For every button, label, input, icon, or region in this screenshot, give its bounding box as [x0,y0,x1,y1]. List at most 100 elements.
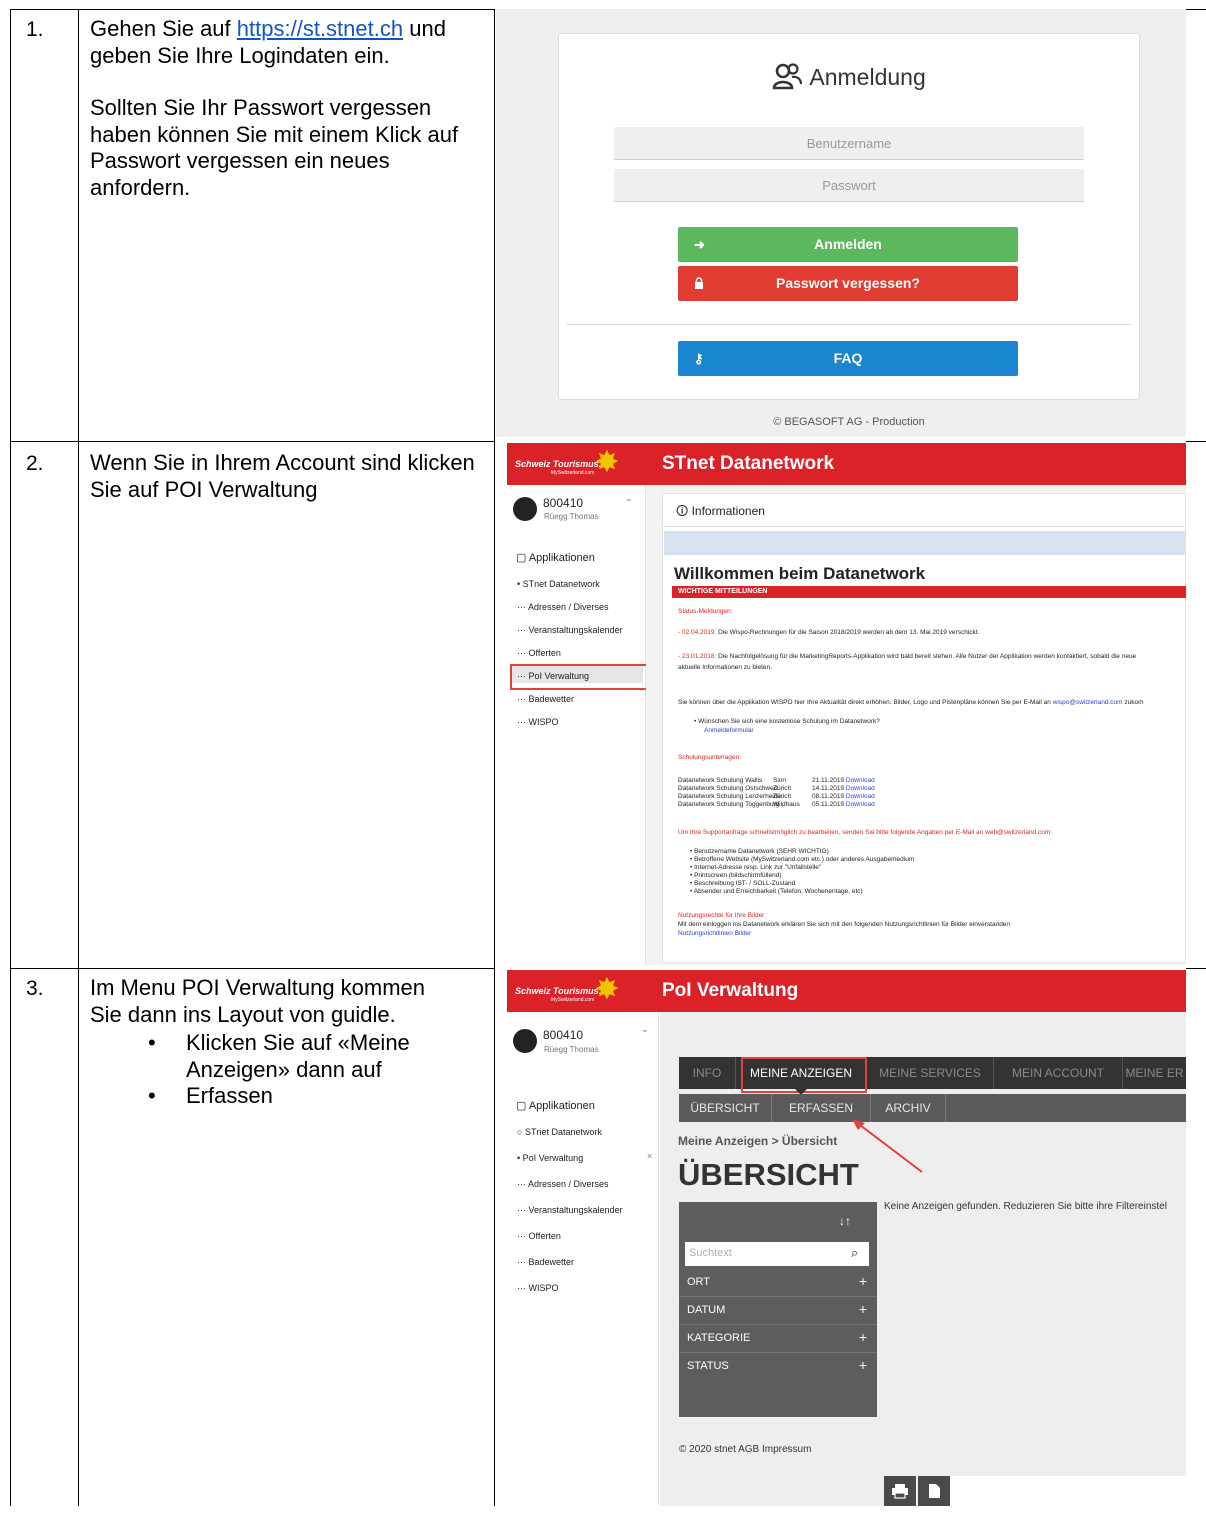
stnet-link[interactable]: https://st.stnet.ch [237,16,403,41]
user-name: Rüegg Thomas [544,1045,599,1054]
support-item: • Absender und Erreichbarkeit (Telefon, … [690,888,863,895]
applications-heading: ▢ Applikationen [516,552,595,564]
plus-icon[interactable]: + [859,1329,867,1345]
list-item: • Klicken Sie auf «Meine Anzeigen» dann a… [148,1030,410,1082]
chevron-down-icon[interactable]: ⌄ [625,493,633,504]
docs-heading: Schulungsunterlagen: [678,754,741,761]
bottom-bar [950,1476,1186,1506]
nav-mein-account[interactable]: MEIN ACCOUNT [994,1057,1123,1089]
login-title: Anmeldung [558,62,1140,91]
nav-meine-erlebnisse[interactable]: MEINE ER [1123,1057,1186,1089]
chevron-down-icon[interactable]: ⌄ [641,1024,649,1035]
key-icon: ⚷ [694,351,704,366]
doc-date: 05.11.2019 Download [812,801,875,808]
table-column-divider-2 [494,9,495,1506]
nav-info[interactable]: INFO [679,1057,736,1089]
table-border-left [10,9,11,1506]
table-border-top [10,9,494,10]
doc-row: Datanetwork Schulung Ostschweiz [678,785,779,792]
faq-button[interactable]: ⚷ FAQ [678,341,1018,376]
sidebar-item-badewetter[interactable]: ··· Badewetter [517,694,574,704]
username-field[interactable]: Benutzername [614,127,1084,160]
filter-datum[interactable]: DATUM [687,1304,725,1316]
table-column-divider [78,9,79,1506]
sidebar-item-veranstaltungen[interactable]: ··· Veranstaltungskalender [517,625,623,635]
subnav-uebersicht[interactable]: ÜBERSICHT [679,1094,772,1122]
doc-place: Sion [773,777,787,784]
sort-icon[interactable]: ↓↑ [839,1214,851,1228]
search-icon: ⌕ [851,1245,859,1260]
sidebar-item-offerten[interactable]: ··· Offerten [517,648,561,658]
document-button[interactable] [918,1476,950,1506]
forgot-password-button[interactable]: Passwort vergessen? [678,266,1018,301]
document-icon [929,1484,940,1498]
instruction-text-3: Im Menu POI Verwaltung kommen Sie dann i… [90,975,485,1110]
sidebar-item-poi[interactable]: • PoI Verwaltung [517,1153,583,1163]
print-button[interactable] [884,1476,916,1506]
doc-place: Zürich [773,793,792,800]
row-divider-2 [10,968,494,969]
training-link[interactable]: Anmeldeformular [704,727,754,734]
training-question: • Wünschen Sie sich eine kostenlose Schu… [694,718,880,725]
message-2: - 23.01.2018: Die Nachfolgelösung für di… [678,653,1137,660]
sidebar-item-offerten[interactable]: ··· Offerten [517,1231,561,1241]
swiss-star-icon: ✸ [594,973,620,1006]
doc-place: Wildhaus [773,801,800,808]
swiss-star-icon: ✸ [594,446,620,479]
row-number: 3. [26,977,44,1000]
doc-date: 21.11.2019 Download [812,777,875,784]
sidebar-item-adressen[interactable]: ··· Adressen / Diverses [517,602,609,612]
plus-icon[interactable]: + [859,1273,867,1289]
important-bar: WICHTIGE MITTEILUNGEN [672,586,1186,598]
lock-icon [694,266,704,301]
print-icon [892,1484,908,1499]
doc-row: Datanetwork Schulung Lenzerheide [678,793,781,800]
avatar [513,1029,537,1053]
filter-status[interactable]: STATUS [687,1360,729,1372]
doc-row: Datanetwork Schulung Wallis [678,777,763,784]
highlight-box [741,1057,867,1093]
divider [679,1296,877,1297]
nav-meine-services[interactable]: MEINE SERVICES [867,1057,994,1089]
filter-kategorie[interactable]: KATEGORIE [687,1332,750,1344]
filter-ort[interactable]: ORT [687,1276,710,1288]
login-button[interactable]: ➜ Anmelden [678,227,1018,262]
rights-link[interactable]: Nutzungsrichtlinien Bilder [678,930,751,937]
sidebar: 800410 Rüegg Thomas ⌄ ▢ Applikationen • … [507,485,646,965]
sidebar-item-stnet[interactable]: ○ STnet Datanetwork [517,1127,602,1137]
instruction-paragraph: Im Menu POI Verwaltung kommen Sie dann i… [90,975,426,1027]
doc-place: Zürich [773,785,792,792]
sidebar-item-badewetter[interactable]: ··· Badewetter [517,1257,574,1267]
row-number: 1. [26,18,44,41]
sidebar-item-wispo[interactable]: ··· WISPO [517,1283,559,1293]
bullet-dot: • [148,1030,156,1055]
sidebar-item-adressen[interactable]: ··· Adressen / Diverses [517,1179,609,1189]
users-icon [772,63,803,90]
info-heading: 🛈 Informationen [676,504,765,518]
sidebar-item-wispo[interactable]: ··· WISPO [517,717,559,727]
plus-icon[interactable]: + [859,1357,867,1373]
instruction-paragraph-2: Sollten Sie Ihr Passwort vergessen haben… [90,95,459,200]
support-item: • Internet-Adresse resp. Link zur "Unfal… [690,864,822,871]
support-line: Um Ihre Supportanfrage schnellstmöglich … [678,829,1053,836]
app-title: PoI Verwaltung [662,980,799,1001]
sidebar-item-stnet[interactable]: • STnet Datanetwork [517,579,600,589]
avatar [513,497,537,521]
search-input[interactable]: Suchtext ⌕ [685,1242,869,1266]
highlight-box [510,664,648,690]
message-2-cont: aktuelle Informationen zu bieten. [678,664,772,671]
app-header: STnet Datanetwork [645,443,1186,485]
bullet-list: • Klicken Sie auf «Meine Anzeigen» dann a… [148,1030,448,1110]
doc-row: Datanetwork Schulung Toggenburg [678,801,780,808]
divider [662,526,1186,527]
rights-heading: Nutzungsrechte für Ihre Bilder [678,912,765,919]
sign-in-icon: ➜ [694,237,705,252]
sidebar-item-veranstaltungen[interactable]: ··· Veranstaltungskalender [517,1205,623,1215]
plus-icon[interactable]: + [859,1301,867,1317]
close-icon[interactable]: × [647,1151,652,1161]
login-divider [566,324,1132,325]
password-field[interactable]: Passwort [614,169,1084,202]
search-placeholder: Suchtext [689,1247,732,1259]
logo: Schweiz Tourismus. MySwitzerland.com ✸ [507,970,645,1012]
divider [679,1324,877,1325]
